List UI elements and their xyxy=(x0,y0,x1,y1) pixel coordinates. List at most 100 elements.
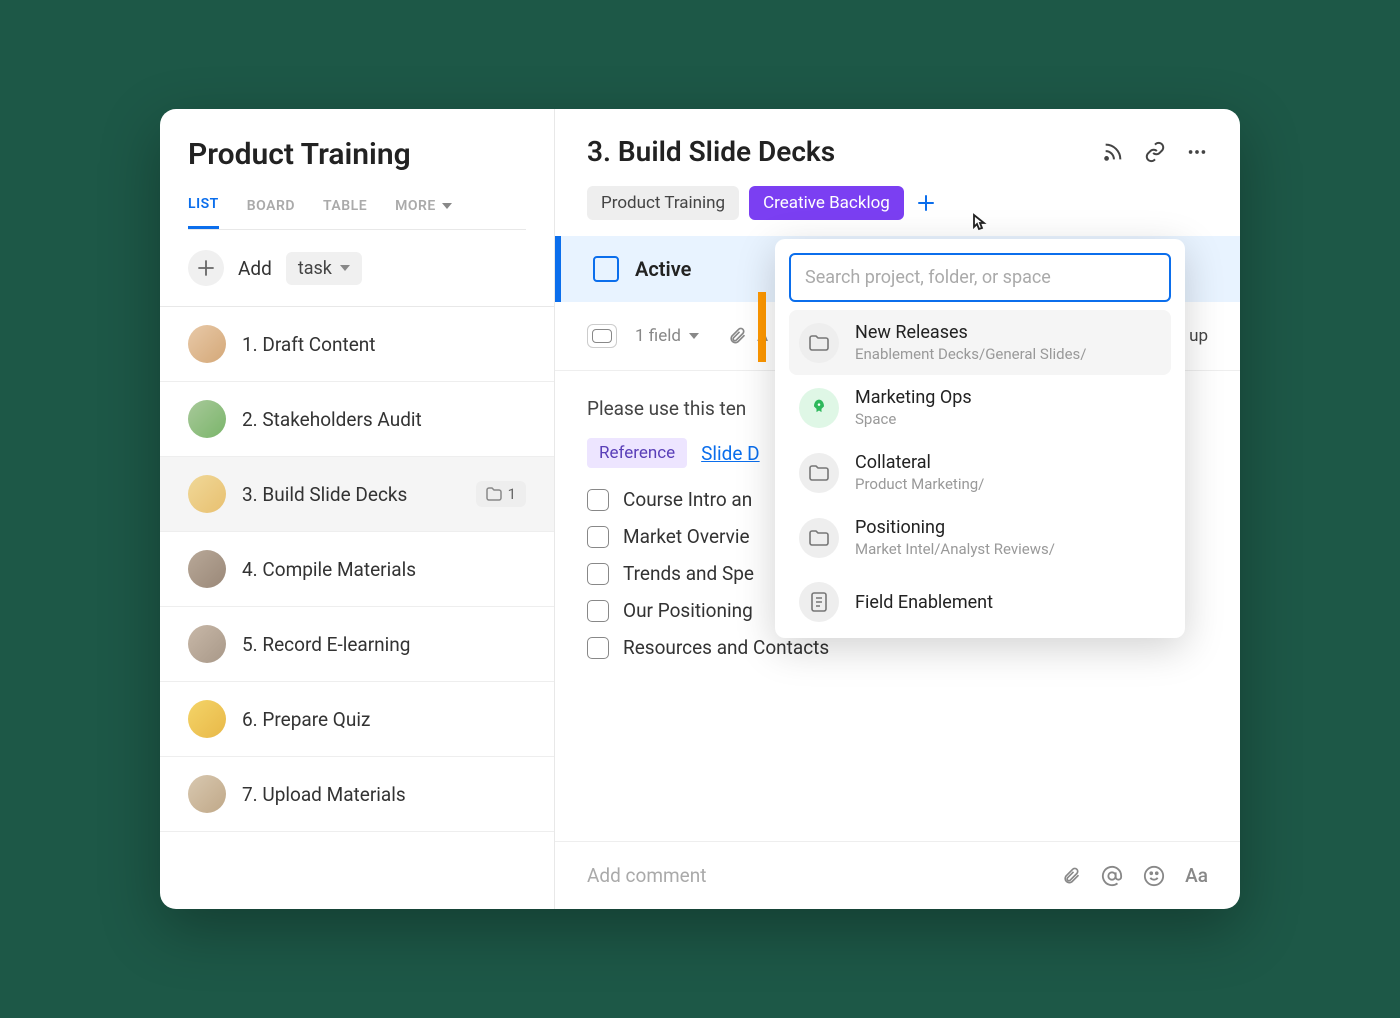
check-label: Our Positioning xyxy=(623,599,753,622)
dropdown-item[interactable]: New Releases Enablement Decks/General Sl… xyxy=(789,310,1171,375)
tab-table[interactable]: TABLE xyxy=(323,196,367,229)
field-icon xyxy=(592,329,612,343)
check-label: Resources and Contacts xyxy=(623,636,829,659)
chevron-down-icon xyxy=(340,265,350,271)
status-label: Active xyxy=(635,257,691,281)
dropdown-item-sub: Product Marketing/ xyxy=(855,475,984,493)
tag-project[interactable]: Product Training xyxy=(587,186,739,220)
folder-icon xyxy=(799,323,839,363)
attachment-icon[interactable] xyxy=(1061,865,1081,887)
dropdown-item-sub: Market Intel/Analyst Reviews/ xyxy=(855,540,1055,558)
task-name: 7. Upload Materials xyxy=(242,783,526,806)
dropdown-item[interactable]: Marketing Ops Space xyxy=(789,375,1171,440)
task-item-selected[interactable]: 3. Build Slide Decks 1 xyxy=(160,457,554,532)
dropdown-item-title: Field Enablement xyxy=(855,592,993,613)
checkbox[interactable] xyxy=(587,637,609,659)
check-label: Market Overvie xyxy=(623,525,750,548)
check-label: Trends and Spe xyxy=(623,562,754,585)
task-title: 3. Build Slide Decks xyxy=(587,135,835,168)
dropdown-item-title: Marketing Ops xyxy=(855,387,972,408)
folder-icon xyxy=(799,453,839,493)
tab-more[interactable]: MORE xyxy=(395,196,452,229)
dropdown-item[interactable]: Collateral Product Marketing/ xyxy=(789,440,1171,505)
tab-list[interactable]: LIST xyxy=(188,196,219,229)
search-input[interactable] xyxy=(789,253,1171,302)
folder-badge: 1 xyxy=(476,481,526,507)
reference-pill: Reference xyxy=(587,438,687,468)
doc-icon xyxy=(799,582,839,622)
tag-backlog[interactable]: Creative Backlog xyxy=(749,186,904,220)
task-name: 3. Build Slide Decks xyxy=(242,483,460,506)
rss-icon[interactable] xyxy=(1102,141,1124,163)
checkbox[interactable] xyxy=(587,563,609,585)
dropdown-item-title: New Releases xyxy=(855,322,1086,343)
field-badge[interactable] xyxy=(587,324,617,348)
header-actions xyxy=(1102,141,1208,163)
task-item[interactable]: 6. Prepare Quiz xyxy=(160,682,554,757)
tag-row: Product Training Creative Backlog xyxy=(587,186,1208,220)
emoji-icon[interactable] xyxy=(1143,865,1165,887)
add-label: Add xyxy=(238,257,272,280)
main-panel: 3. Build Slide Decks Product Training Cr… xyxy=(555,109,1240,909)
add-tag-button[interactable] xyxy=(918,195,934,211)
avatar xyxy=(188,400,226,438)
folder-icon xyxy=(799,518,839,558)
task-list: 1. Draft Content 2. Stakeholders Audit 3… xyxy=(160,307,554,909)
rocket-icon xyxy=(799,388,839,428)
avatar xyxy=(188,775,226,813)
status-checkbox[interactable] xyxy=(593,256,619,282)
comment-actions: Aa xyxy=(1061,864,1208,887)
avatar xyxy=(188,700,226,738)
dropdown-item[interactable]: Positioning Market Intel/Analyst Reviews… xyxy=(789,505,1171,570)
comment-bar[interactable]: Add comment Aa xyxy=(555,841,1240,909)
text-format-icon[interactable]: Aa xyxy=(1185,864,1208,887)
tab-more-label: MORE xyxy=(395,198,436,214)
folder-count: 1 xyxy=(508,485,516,503)
avatar xyxy=(188,550,226,588)
task-name: 1. Draft Content xyxy=(242,333,526,356)
task-item[interactable]: 4. Compile Materials xyxy=(160,532,554,607)
view-tabs: LIST BOARD TABLE MORE xyxy=(188,196,526,230)
task-type-selector[interactable]: task xyxy=(286,252,362,285)
task-item[interactable]: 7. Upload Materials xyxy=(160,757,554,832)
more-icon[interactable] xyxy=(1186,141,1208,163)
plus-icon[interactable] xyxy=(188,250,224,286)
checkbox[interactable] xyxy=(587,600,609,622)
sidebar: Product Training LIST BOARD TABLE MORE A… xyxy=(160,109,555,909)
task-type-label: task xyxy=(298,258,332,279)
link-icon[interactable] xyxy=(1144,141,1166,163)
orange-indicator xyxy=(758,292,766,362)
dropdown-item[interactable]: Field Enablement xyxy=(789,570,1171,624)
task-item[interactable]: 2. Stakeholders Audit xyxy=(160,382,554,457)
chevron-down-icon xyxy=(442,203,452,209)
checklist-item[interactable]: Resources and Contacts xyxy=(587,636,1208,659)
task-name: 5. Record E-learning xyxy=(242,633,526,656)
dropdown-item-title: Positioning xyxy=(855,517,1055,538)
task-name: 4. Compile Materials xyxy=(242,558,526,581)
chevron-down-icon xyxy=(689,333,699,339)
task-name: 6. Prepare Quiz xyxy=(242,708,526,731)
field-count[interactable]: 1 field xyxy=(635,326,681,346)
add-task-row[interactable]: Add task xyxy=(160,230,554,307)
checkbox[interactable] xyxy=(587,489,609,511)
checkbox[interactable] xyxy=(587,526,609,548)
attachment-icon[interactable] xyxy=(727,325,747,347)
truncated-text: up xyxy=(1189,326,1208,346)
comment-placeholder[interactable]: Add comment xyxy=(587,864,706,887)
tab-board[interactable]: BOARD xyxy=(247,196,295,229)
dropdown-item-title: Collateral xyxy=(855,452,984,473)
project-title: Product Training xyxy=(188,137,526,172)
app-window: Product Training LIST BOARD TABLE MORE A… xyxy=(160,109,1240,909)
task-item[interactable]: 5. Record E-learning xyxy=(160,607,554,682)
reference-link[interactable]: Slide D xyxy=(701,442,760,465)
dropdown-item-sub: Space xyxy=(855,410,972,428)
avatar xyxy=(188,475,226,513)
dropdown-item-sub: Enablement Decks/General Slides/ xyxy=(855,345,1086,363)
task-name: 2. Stakeholders Audit xyxy=(242,408,526,431)
avatar xyxy=(188,625,226,663)
location-dropdown: New Releases Enablement Decks/General Sl… xyxy=(775,239,1185,638)
task-item[interactable]: 1. Draft Content xyxy=(160,307,554,382)
main-header: 3. Build Slide Decks Product Training Cr… xyxy=(555,109,1240,236)
check-label: Course Intro an xyxy=(623,488,752,511)
mention-icon[interactable] xyxy=(1101,865,1123,887)
